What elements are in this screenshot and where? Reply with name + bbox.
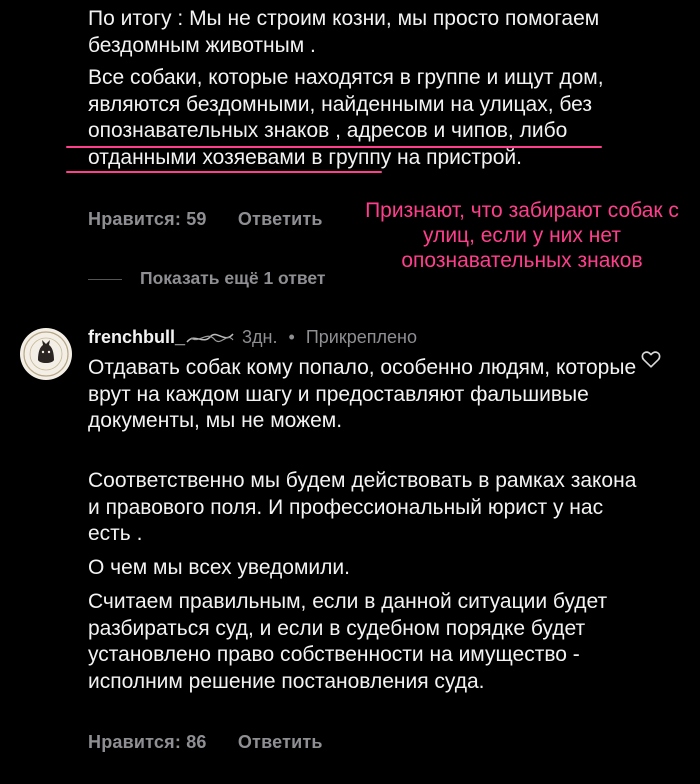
show-more-replies-button[interactable]: Показать ещё 1 ответ xyxy=(88,268,325,289)
annotation-text: Признают, что забирают собак с улиц, есл… xyxy=(365,199,679,272)
comment-actions: Нравится: 59 Ответить xyxy=(88,209,323,230)
reply-button[interactable]: Ответить xyxy=(238,209,323,230)
comment-time: 3дн. xyxy=(242,327,278,347)
likes-count[interactable]: Нравится: 86 xyxy=(88,732,207,753)
show-more-label: Показать ещё 1 ответ xyxy=(140,268,326,288)
annotation-underline xyxy=(66,171,382,173)
comment-actions: Нравится: 86 Ответить xyxy=(88,732,323,753)
comment-text-paragraph: По итогу : Мы не строим козни, мы просто… xyxy=(88,7,600,57)
comment-text-paragraph: Считаем правильным, если в данной ситуац… xyxy=(88,590,608,693)
divider-line xyxy=(88,278,122,280)
annotation-underline xyxy=(66,146,602,148)
scribble-icon xyxy=(186,333,234,343)
frenchbull-logo xyxy=(23,331,69,377)
comment-header: frenchbull_ 3дн. • Прикреплено xyxy=(88,327,417,348)
avatar[interactable] xyxy=(20,328,72,380)
separator-dot: • xyxy=(288,327,295,347)
reply-button[interactable]: Ответить xyxy=(238,732,323,753)
comment-text-paragraph: Соответственно мы будем действовать в ра… xyxy=(88,469,637,545)
comment-text-paragraph: О чем мы всех уведомили. xyxy=(88,556,350,579)
likes-count[interactable]: Нравится: 59 xyxy=(88,209,207,230)
username-link[interactable]: frenchbull_ xyxy=(88,327,185,347)
comment-text-paragraph: Отдавать собак кому попало, особенно люд… xyxy=(88,356,637,432)
comment-text-paragraph: Все собаки, которые находятся в группе и… xyxy=(88,66,604,169)
pinned-label: Прикреплено xyxy=(305,327,417,347)
